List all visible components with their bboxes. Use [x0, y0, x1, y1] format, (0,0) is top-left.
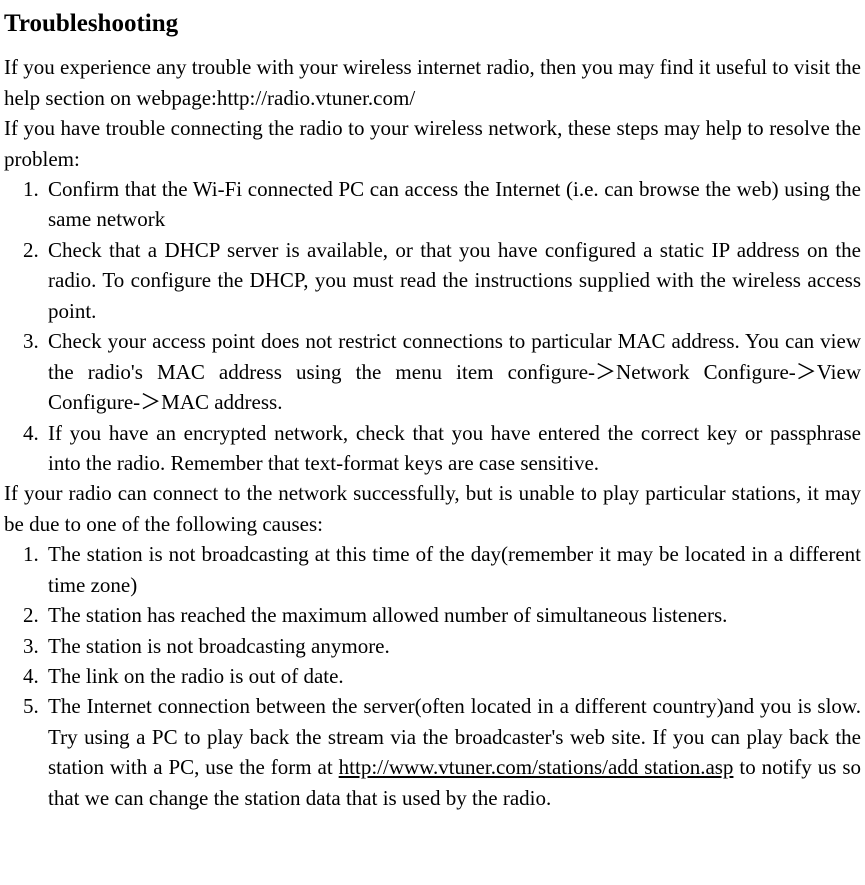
- list-item: The station is not broadcasting at this …: [44, 539, 861, 600]
- page-title: Troubleshooting: [4, 6, 861, 42]
- list-item: The station is not broadcasting anymore.: [44, 631, 861, 661]
- intro-paragraph-2: If you have trouble connecting the radio…: [4, 113, 861, 174]
- troubleshooting-list-2: The station is not broadcasting at this …: [4, 539, 861, 813]
- list-item: The Internet connection between the serv…: [44, 691, 861, 813]
- list-item: The station has reached the maximum allo…: [44, 600, 861, 630]
- troubleshooting-list-1: Confirm that the Wi-Fi connected PC can …: [4, 174, 861, 478]
- list-item: Check that a DHCP server is available, o…: [44, 235, 861, 326]
- intro-paragraph-3: If your radio can connect to the network…: [4, 478, 861, 539]
- vtuner-link[interactable]: http://www.vtuner.com/stations/add stati…: [339, 755, 734, 779]
- list-item: If you have an encrypted network, check …: [44, 418, 861, 479]
- intro-paragraph-1: If you experience any trouble with your …: [4, 52, 861, 113]
- list-item: The link on the radio is out of date.: [44, 661, 861, 691]
- list-item: Check your access point does not restric…: [44, 326, 861, 417]
- list-item: Confirm that the Wi-Fi connected PC can …: [44, 174, 861, 235]
